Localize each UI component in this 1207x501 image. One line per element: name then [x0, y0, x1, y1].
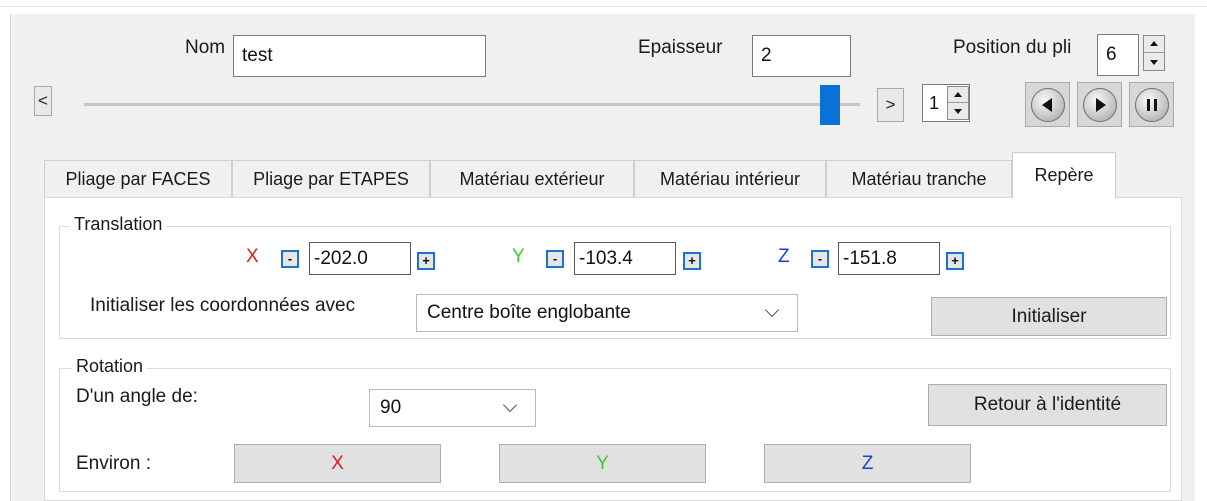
tab-materiau-interieur[interactable]: Matériau intérieur	[634, 160, 826, 197]
spin-up-button[interactable]	[948, 87, 968, 103]
rewind-button[interactable]	[1025, 82, 1070, 127]
y-axis-label: Y	[512, 246, 525, 267]
fold-position-spinner[interactable]	[1143, 35, 1165, 71]
rewind-icon	[1031, 88, 1065, 122]
y-minus-button[interactable]: -	[546, 250, 564, 268]
z-coordinate-input[interactable]	[838, 242, 940, 275]
x-minus-button[interactable]: -	[281, 250, 299, 268]
thickness-label: Epaisseur	[638, 37, 723, 58]
init-coordinates-select[interactable]: Centre boîte englobante	[416, 294, 798, 332]
chevron-down-icon	[764, 302, 780, 318]
rotate-x-button[interactable]: X	[234, 444, 441, 483]
play-button[interactable]	[1077, 82, 1122, 127]
rotate-z-button[interactable]: Z	[764, 444, 971, 483]
arrow-down-icon	[1150, 60, 1158, 65]
angle-label: D'un angle de:	[76, 386, 198, 407]
y-plus-button[interactable]: +	[683, 252, 701, 270]
timeline-slider-thumb[interactable]	[820, 85, 840, 125]
tab-pliage-faces[interactable]: Pliage par FACES	[44, 160, 232, 197]
thickness-input[interactable]	[752, 35, 851, 77]
x-axis-label: X	[246, 246, 259, 267]
spin-down-button[interactable]	[1144, 53, 1164, 70]
tab-pliage-etapes[interactable]: Pliage par ETAPES	[232, 160, 430, 197]
step-spinner[interactable]	[947, 86, 969, 120]
spin-down-button[interactable]	[948, 103, 968, 119]
tab-materiau-exterieur[interactable]: Matériau extérieur	[430, 160, 634, 197]
z-minus-button[interactable]: -	[811, 250, 829, 268]
init-coordinates-value: Centre boîte englobante	[427, 302, 631, 323]
init-coordinates-label: Initialiser les coordonnées avec	[90, 295, 356, 316]
tab-repere[interactable]: Repère	[1012, 152, 1116, 198]
translation-title: Translation	[70, 214, 167, 235]
name-input[interactable]	[233, 35, 486, 77]
chevron-down-icon	[502, 397, 518, 413]
slider-next-button[interactable]: >	[877, 88, 904, 122]
fold-position-label: Position du pli	[953, 37, 1072, 58]
rotate-y-button[interactable]: Y	[499, 444, 706, 483]
timeline-slider-track[interactable]	[84, 103, 860, 106]
angle-value: 90	[380, 397, 402, 418]
x-plus-button[interactable]: +	[417, 252, 435, 270]
around-label: Environ :	[76, 453, 151, 474]
initialize-button[interactable]: Initialiser	[931, 297, 1167, 336]
name-label: Nom	[185, 37, 226, 58]
arrow-up-icon	[954, 92, 962, 97]
fold-position-input[interactable]	[1097, 34, 1139, 76]
rotation-title: Rotation	[72, 356, 148, 377]
arrow-up-icon	[1150, 41, 1158, 46]
arrow-down-icon	[954, 109, 962, 114]
angle-select[interactable]: 90	[369, 389, 536, 427]
pause-icon	[1135, 88, 1169, 122]
z-axis-label: Z	[778, 246, 790, 267]
play-icon	[1083, 88, 1117, 122]
pause-button[interactable]	[1129, 82, 1174, 127]
x-coordinate-input[interactable]	[309, 242, 411, 275]
slider-prev-button[interactable]: <	[34, 86, 52, 116]
spin-up-button[interactable]	[1144, 36, 1164, 53]
tab-materiau-tranche[interactable]: Matériau tranche	[826, 160, 1012, 197]
window-top-border	[0, 6, 1207, 7]
y-coordinate-input[interactable]	[574, 242, 676, 275]
reset-identity-button[interactable]: Retour à l'identité	[928, 384, 1167, 426]
z-plus-button[interactable]: +	[946, 252, 964, 270]
